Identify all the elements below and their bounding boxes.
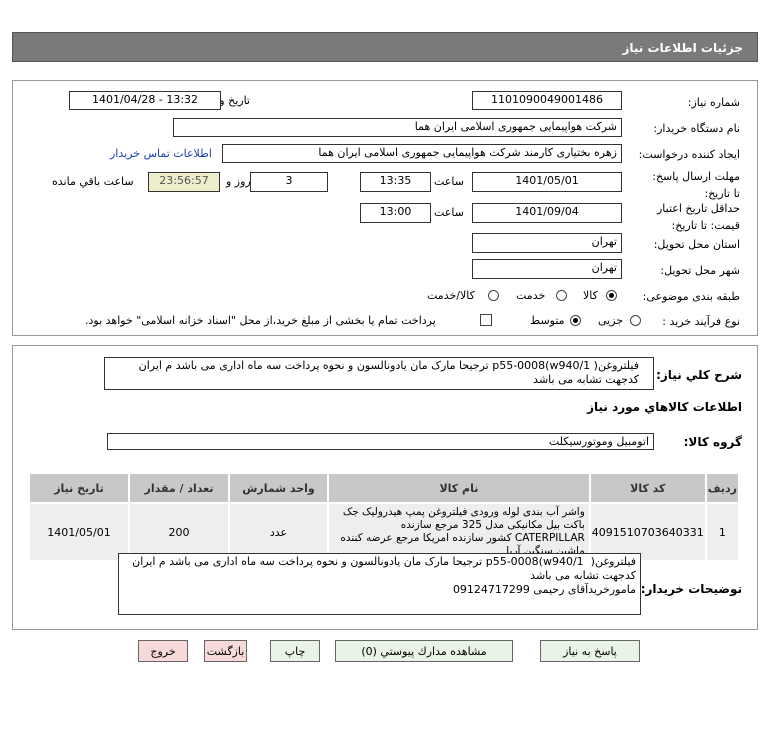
contact-buyer-link[interactable]: اطلاعات تماس خریدار (110, 147, 212, 160)
exit-button[interactable]: خروج (138, 640, 188, 662)
col-qty: تعداد / مقدار (128, 472, 230, 504)
page-title: جزئیات اطلاعات نیاز (622, 41, 743, 55)
remaining-time-field: 23:56:57 (148, 172, 220, 192)
buyer-notes-label: توضیحات خریدار: (640, 582, 742, 596)
treasury-payment-checkbox[interactable] (480, 314, 492, 326)
province-field: تهران (472, 233, 622, 253)
validity-time-label: ساعت (434, 206, 464, 219)
category-option-goods: کالا (583, 289, 598, 302)
col-code: کد کالا (588, 472, 707, 504)
deadline-date-field: 1401/05/01 (472, 172, 622, 192)
buyer-org-field: شرکت هواپیمایی جمهوری اسلامی ایران هما (173, 118, 622, 137)
city-field: تهران (472, 259, 622, 279)
buyer-org-label: نام دستگاه خریدار: (653, 122, 740, 135)
announce-field: 1401/04/28 - 13:32 (69, 91, 221, 110)
items-table: ردیف کد کالا نام کالا واحد شمارش تعداد /… (28, 472, 741, 562)
creator-field: زهره بختیاری کارمند شرکت هواپیمایی جمهور… (222, 144, 622, 163)
creator-label: ایجاد کننده درخواست: (638, 148, 740, 161)
table-header-row: ردیف کد کالا نام کالا واحد شمارش تعداد /… (28, 472, 741, 504)
process-option-minor: جزیی (598, 314, 624, 327)
summary-label: شرح کلي نياز: (656, 368, 742, 382)
validity-date-field: 1401/09/04 (472, 203, 622, 223)
category-radio-goods[interactable] (606, 290, 617, 301)
category-option-service: خدمت (516, 289, 546, 302)
category-radio-service[interactable] (556, 290, 567, 301)
validity-label: حداقل تاریخ اعتبار قیمت: تا تاریخ: (656, 202, 740, 232)
validity-time-field: 13:00 (360, 203, 431, 223)
reply-button[interactable]: پاسخ به نیاز (540, 640, 640, 662)
col-name: نام کالا (327, 472, 591, 504)
deadline-label: مهلت ارسال پاسخ: تا تاریخ: (652, 170, 740, 200)
deadline-time-label: ساعت (434, 175, 464, 188)
buyer-notes-field: فیلتروغن( p55-0008(w940/1 ترجیحا مارک ما… (118, 553, 641, 615)
need-number-label: شماره نیاز: (687, 96, 740, 109)
category-radio-goods-service[interactable] (488, 290, 499, 301)
col-row: ردیف (704, 472, 741, 504)
days-label: روز و (226, 175, 251, 188)
process-option-medium: متوسط (530, 314, 565, 327)
cell-row: 1 (704, 502, 741, 562)
province-label: استان محل تحویل: (653, 238, 740, 251)
category-option-goods-service: کالا/خدمت (427, 289, 475, 302)
col-unit: واحد شمارش (228, 472, 329, 504)
summary-textarea[interactable]: فیلتروغن( p55-0008(w940/1 ترجیحا مارک ما… (104, 357, 654, 390)
group-label: گروه کالا: (683, 435, 742, 449)
deadline-time-field: 13:35 (360, 172, 431, 192)
page-header: جزئیات اطلاعات نیاز (12, 32, 758, 62)
process-radio-minor[interactable] (630, 315, 641, 326)
category-label: طبقه بندی موضوعی: (642, 290, 740, 303)
items-heading: اطلاعات کالاهاي مورد نياز (587, 400, 742, 414)
col-date: تاریخ نیاز (28, 472, 130, 504)
city-label: شهر محل تحویل: (660, 264, 740, 277)
days-field: 3 (250, 172, 328, 192)
group-field: اتومبیل وموتورسیکلت (107, 433, 654, 450)
process-label: نوع فرآیند خرید : (662, 315, 740, 328)
need-number-field: 1101090049001486 (472, 91, 622, 110)
back-button[interactable]: بازگشت (204, 640, 247, 662)
payment-note: پرداخت تمام یا بخشی از مبلغ خرید،از محل … (85, 314, 436, 327)
process-radio-medium[interactable] (570, 315, 581, 326)
view-attachments-button[interactable]: مشاهده مدارك پيوستي (0) (335, 640, 513, 662)
remaining-label: ساعت باقي مانده (52, 175, 134, 188)
cell-date: 1401/05/01 (28, 502, 130, 562)
print-button[interactable]: چاپ (270, 640, 320, 662)
